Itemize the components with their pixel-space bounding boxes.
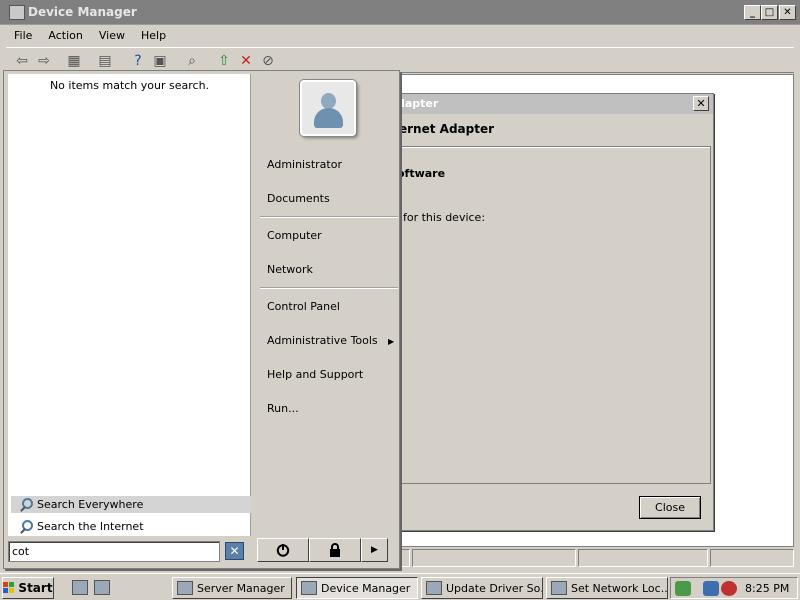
task-label: Update Driver So...: [446, 581, 543, 595]
maximize-button[interactable]: □: [761, 5, 778, 20]
back-icon[interactable]: ⇦: [12, 51, 32, 70]
lock-button[interactable]: [309, 538, 361, 562]
task-label: Device Manager: [321, 581, 411, 595]
start-menu-right-pane: Administrator Documents Computer Network…: [254, 71, 400, 536]
properties-icon[interactable]: ▤: [95, 51, 115, 70]
taskbar: Start Server Manager Device Manager Upda…: [0, 573, 800, 600]
search-internet-label: Search the Internet: [37, 520, 144, 533]
search-internet-item[interactable]: Search the Internet: [11, 518, 251, 535]
show-desktop-icon[interactable]: [94, 580, 110, 595]
user-icon-body: [314, 108, 343, 128]
help-icon[interactable]: ?: [128, 51, 148, 70]
volume-muted-icon[interactable]: [721, 581, 737, 596]
device-manager-icon: [9, 5, 25, 20]
start-item-control-panel[interactable]: Control Panel: [267, 300, 340, 313]
menu-help[interactable]: Help: [133, 29, 174, 42]
uninstall-icon[interactable]: ✕: [236, 51, 256, 70]
task-label: Set Network Loc...: [571, 581, 668, 595]
start-item-help-support[interactable]: Help and Support: [267, 368, 363, 381]
search-results-pane: No items match your search. Search Every…: [8, 74, 251, 536]
search-everywhere-label: Search Everywhere: [37, 498, 144, 511]
network-icon: [551, 581, 567, 595]
clear-search-icon[interactable]: ✕: [225, 542, 244, 560]
start-item-administrative-tools[interactable]: Administrative Tools: [267, 334, 378, 347]
forward-icon[interactable]: ⇨: [34, 51, 54, 70]
start-menu: No items match your search. Search Every…: [3, 70, 400, 569]
menu-file[interactable]: File: [6, 29, 40, 42]
no-results-text: No items match your search.: [49, 79, 210, 92]
windows-logo-icon: [3, 582, 15, 594]
status-cell: [578, 549, 708, 567]
clock[interactable]: 8:25 PM: [745, 582, 789, 595]
task-label: Server Manager: [197, 581, 285, 595]
status-cell: [710, 549, 794, 567]
dialog-heading: ernet Adapter: [399, 122, 495, 136]
server-manager-quicklaunch-icon[interactable]: [72, 580, 88, 595]
start-item-administrator[interactable]: Administrator: [267, 158, 342, 171]
window-title: Device Manager: [28, 5, 137, 19]
menu-bar: File Action View Help: [6, 25, 794, 46]
menu-action[interactable]: Action: [40, 29, 90, 42]
network-tray-icon[interactable]: [703, 581, 719, 596]
disable-icon[interactable]: ⊘: [258, 51, 278, 70]
search-everywhere-item[interactable]: Search Everywhere: [11, 496, 251, 513]
task-set-network-location[interactable]: Set Network Loc...: [546, 577, 668, 599]
dialog-title: dapter: [397, 97, 439, 110]
start-item-network[interactable]: Network: [267, 263, 313, 276]
up-icon[interactable]: ▦: [64, 51, 84, 70]
system-tray: 8:25 PM: [670, 577, 798, 599]
start-item-documents[interactable]: Documents: [267, 192, 330, 205]
minimize-button[interactable]: _: [744, 5, 761, 20]
device-manager-icon: [301, 581, 317, 595]
close-window-button[interactable]: ✕: [779, 5, 796, 20]
dialog-subtext: for this device:: [403, 211, 486, 224]
server-manager-icon: [177, 581, 193, 595]
search-icon: [17, 519, 33, 535]
menu-view[interactable]: View: [91, 29, 133, 42]
task-device-manager[interactable]: Device Manager: [296, 577, 418, 599]
search-icon: [17, 497, 33, 513]
menu-separator: [260, 287, 398, 289]
task-update-driver[interactable]: Update Driver So...: [421, 577, 543, 599]
submenu-arrow-icon: ▶: [388, 337, 395, 346]
start-item-run[interactable]: Run...: [267, 402, 299, 415]
update-driver-icon[interactable]: ⇧: [214, 51, 234, 70]
driver-software-label: oftware: [397, 167, 446, 180]
window-titlebar[interactable]: Device Manager _ □ ✕: [0, 0, 800, 25]
scan-hardware-icon[interactable]: ⌕: [182, 51, 202, 70]
user-avatar[interactable]: [300, 80, 356, 136]
security-shield-icon[interactable]: [675, 581, 691, 596]
start-label: Start: [18, 581, 53, 595]
task-server-manager[interactable]: Server Manager: [172, 577, 292, 599]
power-icon: [276, 544, 290, 557]
update-driver-icon: [426, 581, 442, 595]
user-icon: [321, 93, 336, 109]
shutdown-options-button[interactable]: ▶: [361, 538, 388, 562]
start-button[interactable]: Start: [2, 577, 54, 599]
start-item-computer[interactable]: Computer: [267, 229, 322, 242]
dialog-close-icon[interactable]: ✕: [693, 96, 709, 111]
close-button[interactable]: Close: [639, 496, 701, 519]
lock-icon: [330, 543, 340, 557]
menu-separator: [260, 216, 398, 218]
power-button[interactable]: [257, 538, 309, 562]
status-cell: [412, 549, 576, 567]
console-icon[interactable]: ▣: [150, 51, 170, 70]
start-search-input[interactable]: cot: [8, 541, 220, 562]
